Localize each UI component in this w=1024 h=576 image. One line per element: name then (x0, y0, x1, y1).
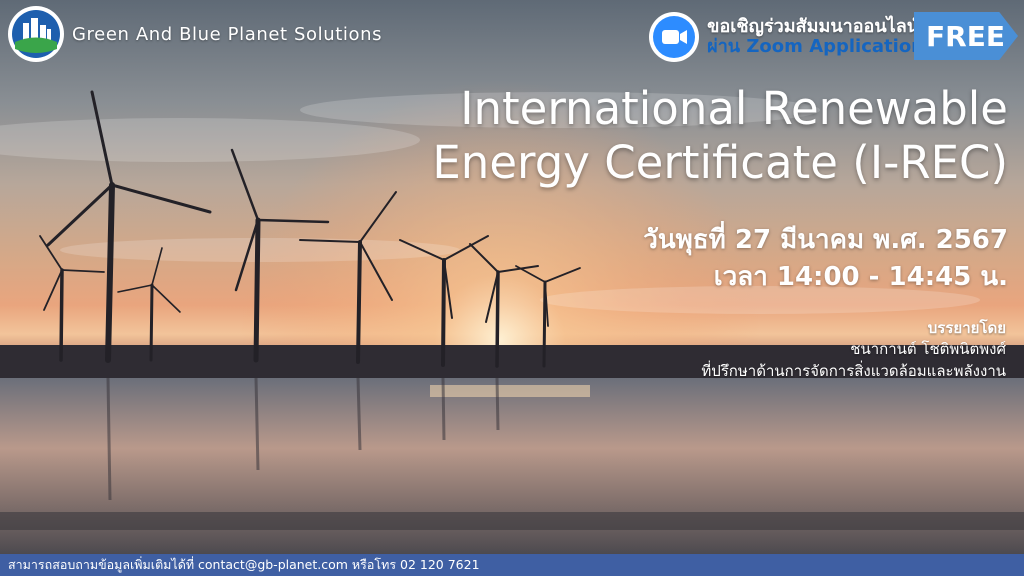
zoom-camera-icon (649, 12, 700, 62)
event-title-line1: International Renewable (460, 82, 1008, 135)
event-date: วันพุธที่ 27 มีนาคม พ.ศ. 2567 (643, 225, 1008, 255)
speaker-info: บรรยายโดย ชนากานต์ โชติพนิตพงศ์ ที่ปรึกษ… (701, 318, 1006, 382)
event-banner: Green And Blue Planet Solutions ขอเชิญร่… (0, 0, 1024, 576)
event-title-line2: Energy Certificate (I-REC) (432, 136, 1008, 189)
free-badge: FREE (914, 12, 1018, 60)
brand-name: Green And Blue Planet Solutions (72, 23, 383, 45)
event-title: International Renewable Energy Certifica… (432, 82, 1008, 190)
speaker-label: บรรยายโดย (927, 319, 1006, 337)
event-datetime: วันพุธที่ 27 มีนาคม พ.ศ. 2567 เวลา 14:00… (643, 222, 1008, 296)
speaker-role: ที่ปรึกษาด้านการจัดการสิ่งแวดล้อมและพลัง… (701, 361, 1006, 380)
zoom-invite: ขอเชิญร่วมสัมมนาออนไลน์ ผ่าน Zoom Applic… (649, 12, 924, 62)
event-time: เวลา 14:00 - 14:45 น. (713, 261, 1008, 292)
contact-footer: สามารถสอบถามข้อมูลเพิ่มเติมได้ที่ contac… (0, 554, 1024, 576)
contact-text: สามารถสอบถามข้อมูลเพิ่มเติมได้ที่ contac… (8, 557, 480, 572)
zoom-via-text: ผ่าน Zoom Application (707, 36, 924, 57)
city-planet-logo-icon (8, 6, 64, 62)
brand: Green And Blue Planet Solutions (8, 6, 382, 62)
speaker-name: ชนากานต์ โชติพนิตพงศ์ (850, 340, 1006, 359)
zoom-invite-text: ขอเชิญร่วมสัมมนาออนไลน์ (707, 15, 920, 37)
